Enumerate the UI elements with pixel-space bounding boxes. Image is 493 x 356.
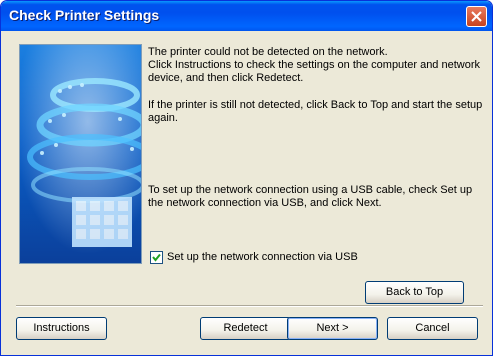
usb-checkbox-label[interactable]: Set up the network connection via USB [167,251,358,263]
message-line-2: Click Instructions to check the settings… [148,59,480,84]
detection-failed-message: The printer could not be detected on the… [148,46,483,85]
close-button[interactable] [466,6,487,27]
close-icon [471,11,482,22]
message-line-1: The printer could not be detected on the… [148,46,388,58]
window-title: Check Printer Settings [9,7,160,23]
back-to-top-button[interactable]: Back to Top [365,281,464,304]
dialog-body: The printer could not be detected on the… [4,31,489,353]
usb-checkbox[interactable] [150,251,163,264]
cancel-button[interactable]: Cancel [387,317,478,340]
usb-hint: To set up the network connection using a… [148,184,473,209]
separator [16,305,483,307]
back-to-top-hint: If the printer is still not detected, cl… [148,99,483,124]
dialog-window: Check Printer Settings The printer could… [0,0,493,356]
redetect-button[interactable]: Redetect [200,317,291,340]
checkmark-icon [152,253,161,262]
setup-illustration [19,44,142,264]
next-button[interactable]: Next > [287,317,378,340]
title-bar[interactable]: Check Printer Settings [1,1,492,31]
instructions-button[interactable]: Instructions [16,317,107,340]
